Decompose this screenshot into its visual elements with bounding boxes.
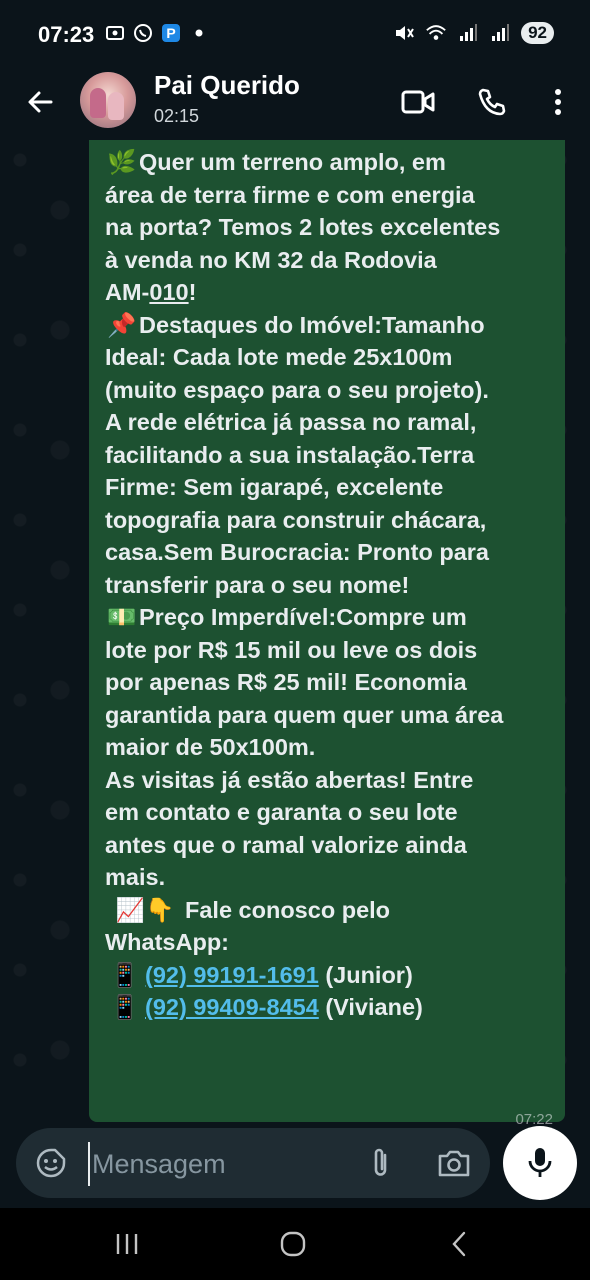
recent-apps-icon [116, 1234, 138, 1254]
chat-header: Pai Querido 02:15 [0, 70, 590, 140]
message-line: área de terra firme e com energia [105, 181, 475, 208]
message-line: 📱 (92) 99409-8454 (Viviane) [105, 991, 555, 1024]
back-button[interactable] [20, 82, 60, 122]
parking-app-icon: P [160, 22, 182, 44]
message-line: 📌 Destaques do Imóvel:Tamanho [105, 309, 555, 342]
message-line-text: AM- [105, 279, 150, 305]
underlined-text: 010 [149, 279, 189, 305]
avatar-figure [90, 88, 106, 118]
message-line: A rede elétrica já passa no ramal, [105, 409, 477, 435]
message-line: Ideal: Cada lote mede 25x100m [105, 344, 453, 370]
microphone-icon [528, 1148, 552, 1177]
message-line: 💵 Preço Imperdível:Compre um [105, 601, 555, 634]
more-vert-icon [555, 89, 561, 115]
signal-icon [457, 22, 479, 44]
message-bubble[interactable]: 🌿 Quer um terreno amplo, em área de terra… [89, 140, 565, 1128]
system-nav-bar [0, 1208, 590, 1280]
attach-button[interactable] [362, 1144, 400, 1182]
message-line-text: (Junior) [325, 961, 413, 988]
home-icon [280, 1231, 306, 1257]
pushpin-icon: 📌 [107, 311, 137, 338]
dot-icon [188, 22, 210, 44]
voice-call-button[interactable] [470, 80, 514, 124]
signal-icon [489, 22, 511, 44]
camera-button[interactable] [434, 1144, 474, 1182]
svg-text:P: P [166, 25, 175, 41]
money-icon: 💵 [107, 604, 137, 630]
chart-pointing-icon: 📈👇 [115, 896, 175, 923]
screenshot-icon [104, 22, 126, 44]
video-call-button[interactable] [396, 80, 440, 124]
message-line: 🌿 Quer um terreno amplo, em [105, 146, 555, 179]
mobile-phone-icon: 📱 [110, 994, 140, 1020]
message-line: em contato e garanta o seu lote [105, 799, 458, 825]
message-line-text: Fale conosco pelo [185, 896, 391, 923]
system-back-button[interactable] [434, 1224, 484, 1264]
avatar[interactable] [80, 72, 136, 128]
mute-icon [393, 22, 415, 44]
message-line: à venda no KM 32 da Rodovia [105, 246, 437, 273]
message-line: topografia para construir chácara, [105, 506, 487, 533]
message-line-text: Quer um terreno amplo, em [139, 149, 446, 175]
back-arrow-icon [28, 91, 53, 113]
message-line: maior de 50x100m. [105, 734, 316, 760]
message-line: AM-010! [105, 276, 555, 309]
message-input[interactable] [88, 1142, 344, 1186]
back-icon [452, 1231, 466, 1257]
more-options-button[interactable] [536, 80, 580, 124]
recent-apps-button[interactable] [102, 1224, 152, 1264]
message-text: 🌿 Quer um terreno amplo, em área de terra… [105, 146, 555, 1024]
paperclip-icon [374, 1148, 387, 1176]
message-line: (muito espaço para o seu projeto). [105, 376, 489, 403]
message-line: facilitando a sua instalação.Terra [105, 441, 475, 468]
phone-link[interactable]: (92) 99409-8454 [145, 994, 319, 1020]
message-line-text: Preço Imperdível:Compre um [139, 604, 467, 630]
message-line: na porta? Temos 2 lotes excelentes [105, 214, 501, 240]
herb-icon: 🌿 [107, 149, 137, 175]
composer-bar [16, 1128, 490, 1198]
home-button[interactable] [268, 1224, 318, 1264]
message-line: garantida para quem quer uma área [105, 701, 504, 728]
message-line: casa.Sem Burocracia: Pronto para [105, 539, 489, 565]
status-icons-right: 92 [393, 22, 554, 44]
phone-icon [478, 88, 506, 116]
message-line: 📈👇 Fale conosco pelo [105, 894, 555, 927]
contact-status: 02:15 [154, 106, 200, 126]
voice-message-button[interactable] [503, 1126, 577, 1200]
message-line: Firme: Sem igarapé, excelente [105, 474, 444, 500]
message-line-text: Destaques do Imóvel:Tamanho [139, 311, 485, 338]
mobile-phone-icon: 📱 [110, 961, 140, 988]
message-line: antes que o ramal valorize ainda [105, 831, 467, 858]
message-line: mais. [105, 864, 166, 890]
phone-link[interactable]: (92) 99191-1691 [145, 962, 319, 988]
message-line: WhatsApp: [105, 929, 230, 955]
message-line: As visitas já estão abertas! Entre [105, 766, 474, 793]
contact-name[interactable]: Pai Querido [154, 70, 300, 101]
video-call-icon [401, 90, 435, 114]
wifi-icon [425, 22, 447, 44]
whatsapp-icon [132, 22, 154, 44]
message-line: por apenas R$ 25 mil! Economia [105, 669, 467, 695]
battery-indicator: 92 [521, 22, 554, 44]
chat-area[interactable]: 🌿 Quer um terreno amplo, em área de terra… [0, 140, 590, 1140]
emoji-sticker-button[interactable] [32, 1144, 70, 1182]
message-line: transferir para o seu nome! [105, 571, 410, 598]
status-bar: 07:23 P 92 [0, 0, 590, 70]
status-time: 07:23 [38, 22, 95, 47]
camera-icon [438, 1150, 470, 1177]
status-icons-left: P [104, 22, 210, 44]
avatar-figure [108, 92, 124, 120]
message-line-text: ! [188, 279, 197, 305]
message-line: lote por R$ 15 mil ou leve os dois [105, 636, 478, 663]
sticker-icon [36, 1148, 66, 1178]
message-line: 📱 (92) 99191-1691 (Junior) [105, 959, 555, 992]
message-line-text: (Viviane) [325, 994, 423, 1020]
